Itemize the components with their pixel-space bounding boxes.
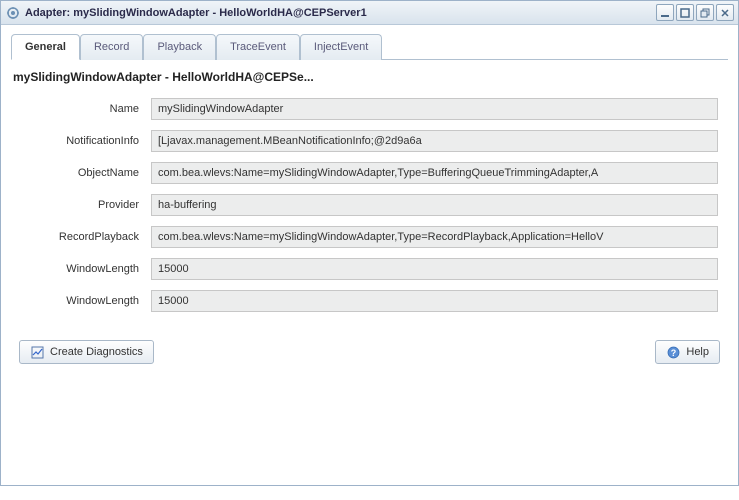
window-title: Adapter: mySlidingWindowAdapter - HelloW… — [25, 7, 656, 19]
row-notificationinfo: NotificationInfo [Ljavax.management.MBea… — [11, 130, 728, 152]
create-diagnostics-button[interactable]: Create Diagnostics — [19, 340, 154, 364]
row-windowlength-1: WindowLength 15000 — [11, 258, 728, 280]
field-provider: ha-buffering — [151, 194, 718, 216]
close-button[interactable] — [716, 4, 734, 21]
help-icon: ? — [666, 345, 680, 359]
field-notificationinfo: [Ljavax.management.MBeanNotificationInfo… — [151, 130, 718, 152]
label-notificationinfo: NotificationInfo — [21, 135, 151, 147]
row-windowlength-2: WindowLength 15000 — [11, 290, 728, 312]
label-windowlength-2: WindowLength — [21, 295, 151, 307]
field-windowlength-1: 15000 — [151, 258, 718, 280]
tab-injectevent[interactable]: InjectEvent — [300, 34, 382, 60]
window-controls — [656, 4, 734, 21]
panel-heading: mySlidingWindowAdapter - HelloWorldHA@CE… — [13, 70, 728, 84]
field-windowlength-2: 15000 — [151, 290, 718, 312]
field-recordplayback: com.bea.wlevs:Name=mySlidingWindowAdapte… — [151, 226, 718, 248]
help-label: Help — [686, 346, 709, 358]
tab-record[interactable]: Record — [80, 34, 143, 60]
create-diagnostics-label: Create Diagnostics — [50, 346, 143, 358]
tab-traceevent[interactable]: TraceEvent — [216, 34, 300, 60]
minimize-button[interactable] — [656, 4, 674, 21]
field-objectname: com.bea.wlevs:Name=mySlidingWindowAdapte… — [151, 162, 718, 184]
button-bar: Create Diagnostics ? Help — [11, 328, 728, 364]
help-button[interactable]: ? Help — [655, 340, 720, 364]
content-area: General Record Playback TraceEvent Injec… — [1, 25, 738, 485]
diagnostics-icon — [30, 345, 44, 359]
label-recordplayback: RecordPlayback — [21, 231, 151, 243]
row-objectname: ObjectName com.bea.wlevs:Name=mySlidingW… — [11, 162, 728, 184]
row-recordplayback: RecordPlayback com.bea.wlevs:Name=mySlid… — [11, 226, 728, 248]
label-objectname: ObjectName — [21, 167, 151, 179]
adapter-window: Adapter: mySlidingWindowAdapter - HelloW… — [0, 0, 739, 486]
label-windowlength-1: WindowLength — [21, 263, 151, 275]
restore-button[interactable] — [696, 4, 714, 21]
tab-bar: General Record Playback TraceEvent Injec… — [11, 33, 728, 60]
label-provider: Provider — [21, 199, 151, 211]
tab-playback[interactable]: Playback — [143, 34, 216, 60]
tab-general[interactable]: General — [11, 34, 80, 60]
maximize-button[interactable] — [676, 4, 694, 21]
label-name: Name — [21, 103, 151, 115]
row-name: Name mySlidingWindowAdapter — [11, 98, 728, 120]
row-provider: Provider ha-buffering — [11, 194, 728, 216]
field-name: mySlidingWindowAdapter — [151, 98, 718, 120]
adapter-icon — [5, 5, 21, 21]
svg-text:?: ? — [671, 348, 677, 358]
titlebar: Adapter: mySlidingWindowAdapter - HelloW… — [1, 1, 738, 25]
